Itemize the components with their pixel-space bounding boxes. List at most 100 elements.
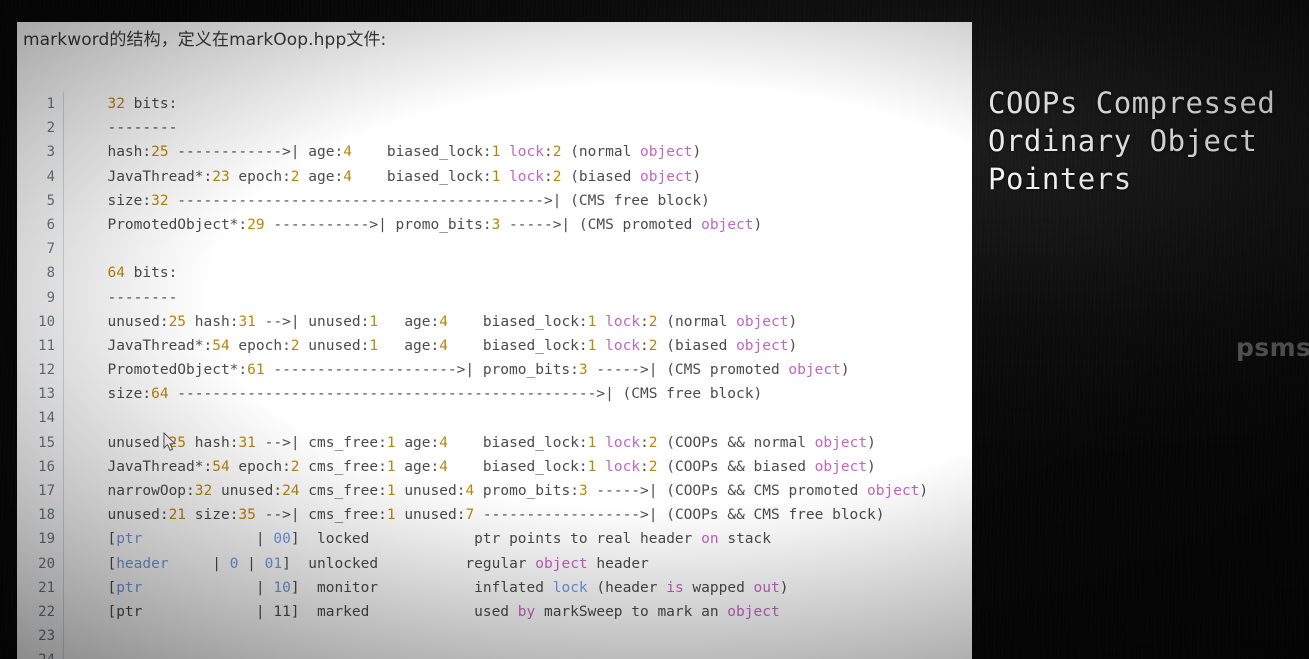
code-token: ) <box>867 458 876 475</box>
gutter-divider <box>63 648 64 659</box>
code-token: 4 <box>343 144 352 161</box>
code-line[interactable]: 10 unused:25 hash:31 -->| unused:1 age:4… <box>17 309 972 334</box>
code-token: 4 <box>343 168 352 185</box>
code-token: bits: <box>124 96 178 112</box>
code-token: age: <box>378 313 440 330</box>
code-token: object <box>736 313 789 330</box>
code-token: ] unlocked regular <box>282 555 536 572</box>
code-line[interactable]: 7 <box>17 237 972 262</box>
code-token: 1 <box>386 458 396 475</box>
code-line[interactable]: 24 <box>17 648 972 659</box>
code-panel: markword的结构，定义在markOop.hpp文件: 1 32 bits:… <box>17 22 972 659</box>
code-line[interactable]: 12 PromotedObject*:61 ------------------… <box>17 358 972 383</box>
code-token: object <box>727 603 780 620</box>
code-token: ----------------------------------------… <box>168 386 763 403</box>
code-line[interactable]: 8 64 bits: <box>17 261 972 286</box>
code-line[interactable]: 21 [ptr | 10] monitor inflated lock (hea… <box>17 575 972 600</box>
code-line[interactable]: 23 <box>17 624 972 649</box>
code-line[interactable]: 20 [header | 0 | 01] unlocked regular ob… <box>17 551 972 576</box>
code-token: 4 <box>439 313 448 330</box>
code-token: -->| unused: <box>255 313 370 330</box>
code-line[interactable]: 4 JavaThread*:23 epoch:2 age:4 biased_lo… <box>17 164 972 189</box>
code-token: lock <box>605 458 641 475</box>
code-line-text[interactable]: JavaThread*:54 epoch:2 cms_free:1 age:4 … <box>64 455 876 479</box>
code-line[interactable]: 15 unused:25 hash:31 -->| cms_free:1 age… <box>17 430 972 455</box>
code-line-text[interactable]: narrowOop:32 unused:24 cms_free:1 unused… <box>64 479 928 503</box>
code-token: unused: <box>395 483 466 499</box>
code-token: -------- <box>90 289 178 306</box>
code-line-text[interactable]: size:64 --------------------------------… <box>64 382 762 406</box>
code-token: 64 <box>151 386 169 403</box>
code-token: : <box>640 458 649 475</box>
code-line-text[interactable]: [ptr | 00] locked ptr points to real hea… <box>64 527 771 551</box>
code-token: ptr <box>116 531 143 548</box>
code-line[interactable]: 1 32 bits: <box>17 92 972 117</box>
code-line[interactable]: 22 [ptr | 11] marked used by markSweep t… <box>17 599 972 625</box>
code-line[interactable]: 17 narrowOop:32 unused:24 cms_free:1 unu… <box>17 479 972 504</box>
code-line-text[interactable]: hash:25 ------------>| age:4 biased_lock… <box>64 140 701 164</box>
line-number: 1 <box>46 96 55 112</box>
line-number: 20 <box>38 555 55 572</box>
code-token: 35 <box>238 507 256 524</box>
code-token: -->| cms_free: <box>255 434 387 451</box>
code-line[interactable]: 18 unused:21 size:35 -->| cms_free:1 unu… <box>17 503 972 528</box>
code-line[interactable]: 13 size:64 -----------------------------… <box>17 382 972 407</box>
code-line[interactable]: 9 -------- <box>17 285 972 310</box>
code-line-text[interactable]: unused:25 hash:31 -->| cms_free:1 age:4 … <box>64 431 875 455</box>
code-line-text[interactable]: -------- <box>64 286 177 310</box>
code-token: narrowOop: <box>90 483 195 499</box>
code-token: ----->| (CMS promoted <box>500 216 702 233</box>
code-token: PromotedObject*: <box>90 216 248 233</box>
line-number: 24 <box>17 648 63 659</box>
code-token: 21 <box>168 507 187 524</box>
code-token: 29 <box>247 216 265 233</box>
code-token: : <box>640 313 649 330</box>
code-token: 2 <box>648 313 658 330</box>
presentation-stage: markword的结构，定义在markOop.hpp文件: 1 32 bits:… <box>0 0 1309 659</box>
code-token: on <box>701 531 719 548</box>
code-line-text[interactable]: PromotedObject*:29 ----------->| promo_b… <box>64 213 762 237</box>
code-token: | <box>142 579 274 596</box>
code-token: [ptr | 11] marked used <box>90 603 518 620</box>
code-line[interactable]: 3 hash:25 ------------>| age:4 biased_lo… <box>17 140 972 165</box>
code-token: hash: <box>186 434 239 451</box>
code-token: 1 <box>386 434 396 451</box>
code-line-text[interactable]: JavaThread*:54 epoch:2 unused:1 age:4 bi… <box>64 334 797 358</box>
code-line-text[interactable]: unused:25 hash:31 -->| unused:1 age:4 bi… <box>64 310 797 334</box>
code-line[interactable]: 2 -------- <box>17 116 972 141</box>
code-line-text[interactable]: PromotedObject*:61 ---------------------… <box>64 358 849 382</box>
code-token: is <box>666 579 684 596</box>
code-token: 3 <box>578 483 588 499</box>
code-token: biased_lock: <box>447 313 588 330</box>
code-token: 1 <box>386 507 396 524</box>
code-line[interactable]: 16 JavaThread*:54 epoch:2 cms_free:1 age… <box>17 454 972 479</box>
code-token: unused: <box>299 337 370 354</box>
code-listing[interactable]: 1 32 bits: 2 -------- 3 hash:25 ----------… <box>17 92 972 659</box>
code-line-text[interactable]: unused:21 size:35 -->| cms_free:1 unused… <box>64 503 884 527</box>
code-token: object <box>814 458 868 475</box>
code-line[interactable]: 5 size:32 ------------------------------… <box>17 188 972 213</box>
code-token: biased_lock: <box>351 168 492 185</box>
code-line-text[interactable]: JavaThread*:23 epoch:2 age:4 biased_lock… <box>64 165 701 189</box>
code-token: 4 <box>439 458 448 475</box>
code-line-text[interactable]: 64 bits: <box>64 261 177 285</box>
code-line-text[interactable]: [ptr | 11] marked used by markSweep to m… <box>64 600 780 624</box>
code-line[interactable]: 11 JavaThread*:54 epoch:2 unused:1 age:4… <box>17 333 972 359</box>
code-line[interactable]: 6 PromotedObject*:29 ----------->| promo… <box>17 212 972 238</box>
code-token: : <box>544 144 553 161</box>
code-line-text[interactable]: [header | 0 | 01] unlocked regular objec… <box>64 552 648 576</box>
code-line-text[interactable]: 32 bits: <box>64 92 177 116</box>
code-line-text[interactable]: size:32 --------------------------------… <box>64 189 709 213</box>
code-token: 54 <box>212 337 230 354</box>
line-number: 16 <box>38 458 55 475</box>
code-line[interactable]: 19 [ptr | 00] locked ptr points to real … <box>17 527 972 552</box>
code-token: 1 <box>386 483 396 499</box>
line-number: 8 <box>46 265 55 282</box>
code-line-text[interactable]: -------- <box>64 116 177 140</box>
code-token: | <box>142 531 274 548</box>
code-token: (header <box>587 579 667 596</box>
code-line[interactable]: 14 <box>17 406 972 431</box>
code-line-text[interactable]: [ptr | 10] monitor inflated lock (header… <box>64 576 788 600</box>
